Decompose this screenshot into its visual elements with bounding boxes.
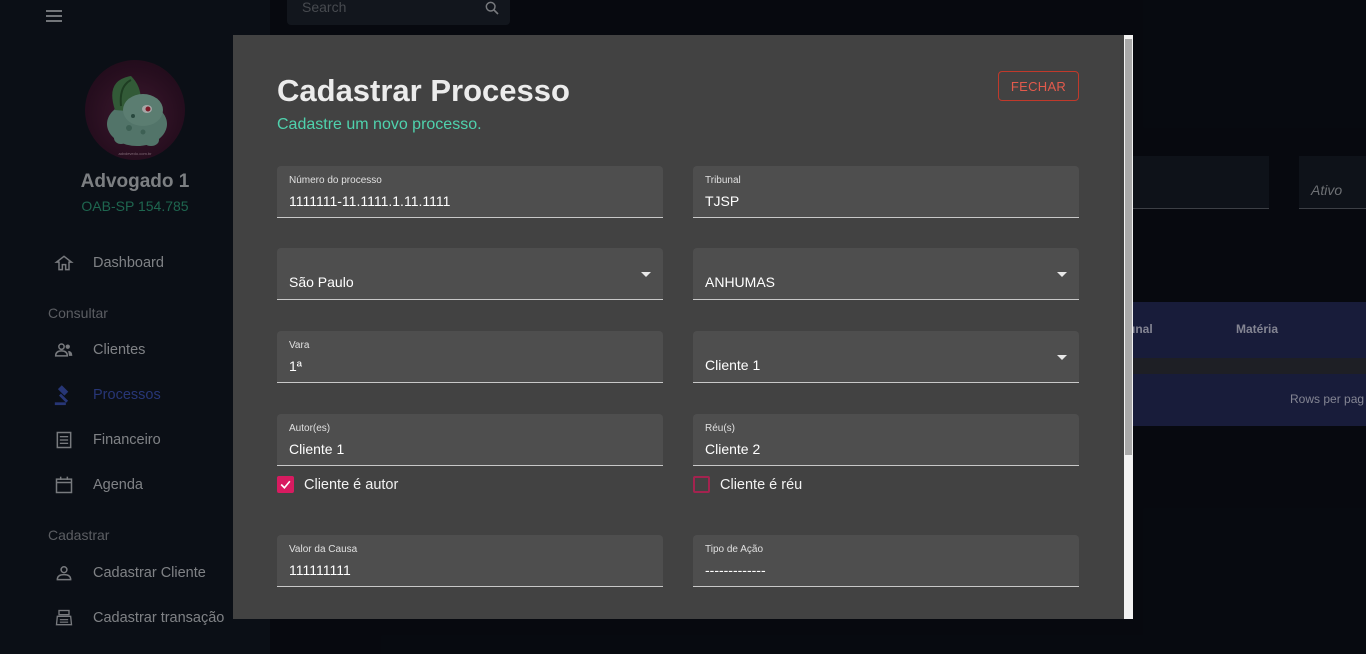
field-label: Tribunal: [705, 175, 741, 186]
field-value: Cliente 2: [705, 441, 761, 457]
cliente-reu-checkbox[interactable]: Cliente é réu: [693, 476, 802, 493]
field-label: Autor(es): [289, 423, 331, 434]
field-value: -------------: [705, 562, 766, 578]
checkbox-unchecked-icon: [693, 476, 710, 493]
numero-processo-field[interactable]: Número do processo 1111111-11.1111.1.11.…: [277, 166, 663, 218]
dialog-title: Cadastrar Processo: [277, 73, 570, 108]
field-label: Vara: [289, 340, 310, 351]
close-button[interactable]: FECHAR: [998, 71, 1079, 101]
field-value: ANHUMAS: [705, 274, 776, 290]
field-value: Cliente 1: [705, 357, 761, 373]
field-label: Número do processo: [289, 175, 382, 186]
dialog-scrollbar[interactable]: [1124, 35, 1133, 619]
dropdown-arrow-icon: [1057, 355, 1067, 360]
field-label: Valor da Causa: [289, 544, 358, 555]
field-label: Réu(s): [705, 423, 736, 434]
cliente-autor-checkbox[interactable]: Cliente é autor: [277, 476, 398, 493]
field-value: São Paulo: [289, 274, 354, 290]
autores-field[interactable]: Autor(es) Cliente 1: [277, 414, 663, 466]
dialog-subtitle: Cadastre um novo processo.: [277, 116, 482, 133]
valor-causa-field[interactable]: Valor da Causa 111111111: [277, 535, 663, 587]
field-value: Cliente 1: [289, 441, 345, 457]
estado-select[interactable]: São Paulo: [277, 248, 663, 300]
field-value: 1ª: [289, 358, 302, 374]
field-value: TJSP: [705, 193, 740, 209]
comarca-select[interactable]: ANHUMAS: [693, 248, 1079, 300]
tribunal-field[interactable]: Tribunal TJSP: [693, 166, 1079, 218]
field-value: 1111111-11.1111.1.11.1111: [289, 193, 451, 209]
cadastrar-processo-dialog: Cadastrar Processo Cadastre um novo proc…: [233, 35, 1133, 619]
checkbox-checked-icon: [277, 476, 294, 493]
dropdown-arrow-icon: [641, 272, 651, 277]
tipo-acao-field[interactable]: Tipo de Ação -------------: [693, 535, 1079, 587]
cliente-select[interactable]: Cliente 1: [693, 331, 1079, 383]
reus-field[interactable]: Réu(s) Cliente 2: [693, 414, 1079, 466]
scrollbar-thumb[interactable]: [1125, 39, 1132, 455]
field-value: 111111111: [289, 562, 351, 578]
vara-field[interactable]: Vara 1ª: [277, 331, 663, 383]
dropdown-arrow-icon: [1057, 272, 1067, 277]
checkbox-label: Cliente é autor: [304, 476, 399, 493]
field-label: Tipo de Ação: [705, 544, 764, 555]
checkbox-label: Cliente é réu: [720, 476, 803, 493]
